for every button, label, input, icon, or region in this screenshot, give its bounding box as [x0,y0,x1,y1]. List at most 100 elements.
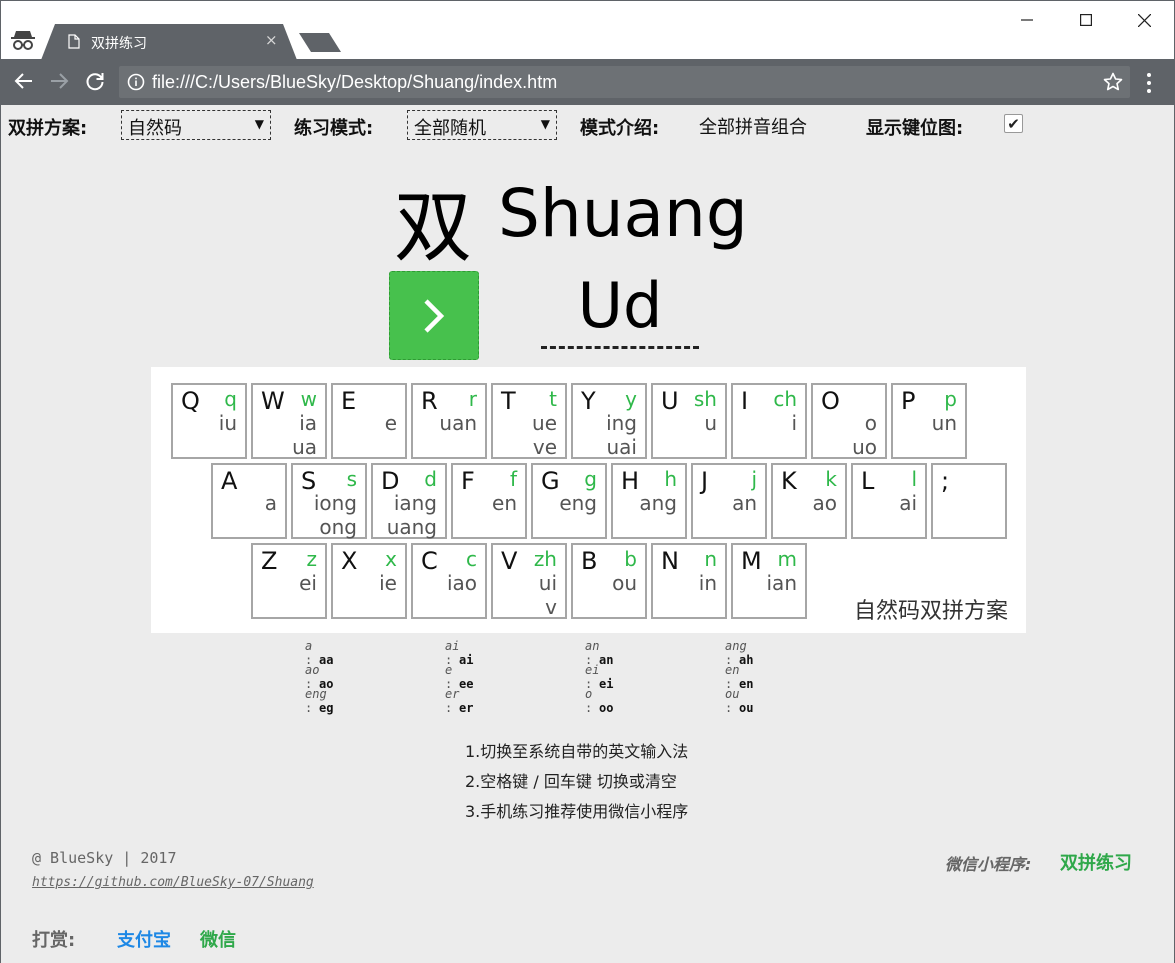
key-n: Nn in [651,543,727,619]
zero-code: eg [319,701,334,715]
key-shengmu: q [224,387,237,411]
mode-select[interactable]: 全部随机 ▼ [407,110,557,140]
key-letter: J [701,467,709,495]
chevron-right-icon [424,298,445,333]
key-letter: W [261,387,285,415]
key-yunmu: iu [218,411,237,435]
key-shengmu: r [468,387,477,411]
mode-intro-text: 全部拼音组合 [699,117,807,138]
key-yunmu: v [545,595,557,619]
zero-pinyin: ao [305,663,320,677]
dropdown-arrow-icon: ▼ [254,117,264,131]
zero-pinyin: er [445,687,460,701]
keyboard-caption: 自然码双拼方案 [853,599,1008,624]
keyboard-map: 自然码双拼方案 Qq iu Ww ia ua Ee Rr uan Tt ue ve Yy ing uai U… [151,367,1026,633]
key-letter: M [741,547,762,575]
key-shengmu: c [466,547,477,571]
key-yunmu: en [492,491,517,515]
new-tab-button[interactable] [299,33,341,52]
key-yunmu: o [864,411,877,435]
key-j: Jj an [691,463,767,539]
menu-dots-icon[interactable] [1145,72,1153,94]
key-f: Ff en [451,463,527,539]
key-shengmu: t [549,387,557,411]
key-shengmu: s [346,467,357,491]
incognito-icon [11,31,35,50]
answer-input[interactable]: Ud [541,263,699,349]
key-letter: U [661,387,679,415]
show-keymap-checkbox[interactable]: ✔ [1004,114,1023,133]
key-letter: ; [941,467,950,495]
key-t: Tt ue ve [491,383,567,459]
key-semicolon: ; [931,463,1007,539]
key-yunmu: ua [292,435,317,459]
alipay-link[interactable]: 支付宝 [117,926,171,952]
browser-tab[interactable]: 双拼练习 × [41,24,297,60]
zero-code: er [459,701,474,715]
key-v: Vzh ui v [491,543,567,619]
practice-pinyin: Shuang [498,175,748,252]
key-yunmu: ong [319,515,357,539]
key-yunmu: iang [393,491,437,515]
practice-hanzi: 双 [394,183,473,273]
scheme-select[interactable]: 自然码 ▼ [121,110,271,140]
key-yunmu: ve [532,435,557,459]
reload-icon[interactable] [84,70,106,92]
key-k: Kk ao [771,463,847,539]
address-bar[interactable]: file:///C:/Users/BlueSky/Desktop/Shuang/… [119,66,1130,98]
key-letter: T [501,387,516,415]
key-s: Ss iong ong [291,463,367,539]
tab-close-icon[interactable]: × [265,31,278,49]
url-text[interactable]: file:///C:/Users/BlueSky/Desktop/Shuang/… [152,72,557,93]
document-icon [68,34,80,49]
mini-program-link[interactable]: 双拼练习 [1060,849,1132,875]
mode-intro-label: 模式介绍: [580,118,660,139]
key-i: Ich i [731,383,807,459]
key-letter: Z [261,547,278,575]
minimize-icon[interactable] [1007,7,1047,33]
zero-separator: : [305,701,313,715]
key-letter: Y [581,387,596,415]
key-yunmu: i [791,411,797,435]
key-shengmu: ch [773,387,797,411]
key-yunmu: iong [313,491,357,515]
back-arrow-icon[interactable] [13,70,35,92]
maximize-icon[interactable] [1066,7,1106,33]
next-button[interactable] [389,271,479,360]
key-yunmu: ian [766,571,798,595]
bookmark-star-icon[interactable] [1103,72,1123,92]
key-yunmu: a [264,491,277,515]
key-letter: X [341,547,358,575]
info-icon[interactable] [127,73,145,91]
key-yunmu: e [384,411,397,435]
key-yunmu: ao [812,491,838,515]
key-yunmu: ie [379,571,397,595]
key-b: Bb ou [571,543,647,619]
key-r: Rr uan [411,383,487,459]
checkmark-icon: ✔ [1007,114,1020,133]
key-shengmu: x [385,547,397,571]
zero-pinyin: a [305,639,313,653]
forward-arrow-icon[interactable] [48,70,70,92]
zero-code: ou [739,701,754,715]
key-yunmu: ang [639,491,677,515]
zero-entry: ou: ou [725,687,763,715]
key-w: Ww ia ua [251,383,327,459]
key-e: Ee [331,383,407,459]
mode-label: 练习模式: [294,118,374,139]
key-letter: L [861,467,875,495]
github-link[interactable]: https://github.com/BlueSky-07/Shuang [32,875,314,890]
key-yunmu: iao [446,571,477,595]
key-yunmu: ing [606,411,637,435]
key-yunmu: ui [538,571,557,595]
zero-pinyin: an [585,639,600,653]
key-x: Xx ie [331,543,407,619]
close-icon[interactable] [1124,7,1164,33]
key-yunmu: ei [299,571,317,595]
key-letter: I [741,387,749,415]
tip-item: 1.切换至系统自带的英文输入法 [465,742,689,761]
key-yunmu: ou [612,571,637,595]
wechat-link[interactable]: 微信 [200,926,236,952]
zero-pinyin: ei [585,663,600,677]
key-yunmu: ue [532,411,557,435]
